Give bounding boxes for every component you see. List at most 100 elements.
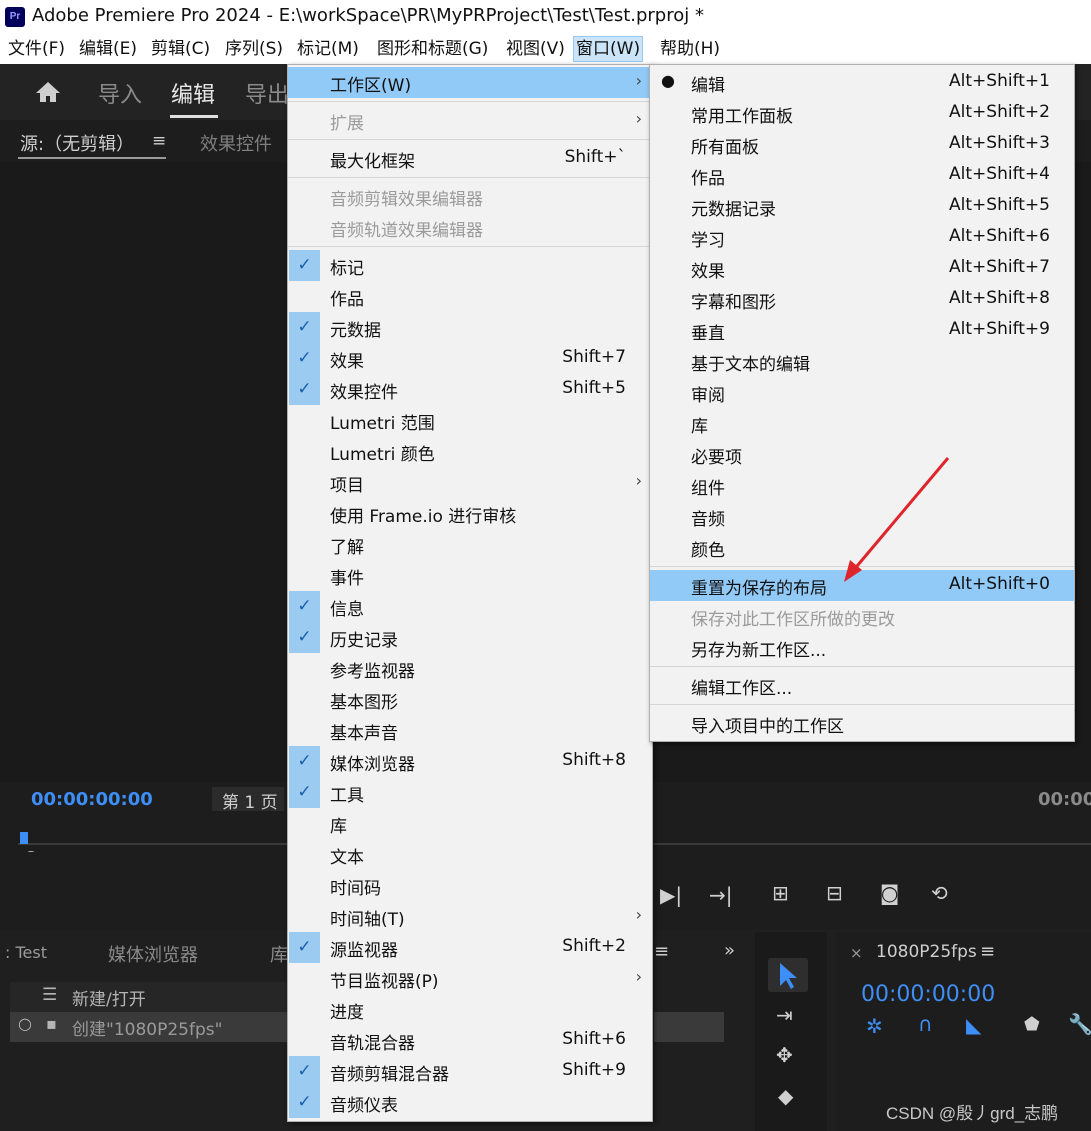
window-menu-item[interactable]: 音轨混合器 Shift+6	[288, 1025, 652, 1056]
workspace-menu-item[interactable]: 字幕和图形 Alt+Shift+8	[650, 284, 1074, 315]
window-menu-item[interactable]: 时间轴(T) ›	[288, 901, 652, 932]
overwrite-icon[interactable]: ⊟	[826, 881, 843, 905]
window-menu-item[interactable]: 基本图形	[288, 684, 652, 715]
track-select-icon[interactable]: ⇥	[776, 1003, 793, 1027]
window-menu-item[interactable]: ✓ 历史记录	[288, 622, 652, 653]
window-menu-item[interactable]: ✓ 音频剪辑混合器 Shift+9	[288, 1056, 652, 1087]
step-forward-icon[interactable]: ▶|	[660, 883, 682, 907]
window-menu-item[interactable]: 使用 Frame.io 进行审核	[288, 498, 652, 529]
ripple-edit-icon[interactable]: ✥	[776, 1043, 793, 1067]
workspace-menu-item[interactable]: 另存为新工作区...	[650, 632, 1074, 663]
workspace-menu-item[interactable]: 审阅	[650, 377, 1074, 408]
header-import-tab[interactable]: 导入	[98, 77, 142, 109]
window-menu-item[interactable]: 作品	[288, 281, 652, 312]
window-menu-item[interactable]: 工作区(W) ›	[288, 67, 652, 98]
panel-menu-icon-2[interactable]: ≡	[654, 941, 669, 962]
workspace-menu-item[interactable]: 学习 Alt+Shift+6	[650, 222, 1074, 253]
close-icon[interactable]: ×	[850, 944, 863, 962]
page-select[interactable]: 第 1 页	[212, 787, 284, 813]
workspace-menu-item[interactable]: 作品 Alt+Shift+4	[650, 160, 1074, 191]
more-panels-icon[interactable]: »	[724, 940, 735, 961]
window-menu-item[interactable]: ✓ 工具	[288, 777, 652, 808]
home-icon[interactable]	[34, 80, 62, 104]
window-menu-item[interactable]: ✓ 效果控件 Shift+5	[288, 374, 652, 405]
menu-help[interactable]: 帮助(H)	[658, 37, 722, 61]
go-to-out-icon[interactable]: →|	[709, 883, 733, 907]
menu-markers[interactable]: 标记(M)	[295, 37, 361, 61]
menu-item-label: 常用工作面板	[691, 107, 793, 127]
camera-icon[interactable]: ◙	[880, 881, 899, 905]
menu-item-label: 媒体浏览器	[330, 755, 415, 775]
window-menu-item[interactable]: ✓ 媒体浏览器 Shift+8	[288, 746, 652, 777]
menu-file[interactable]: 文件(F)	[6, 37, 67, 61]
window-menu-item[interactable]: 基本声音	[288, 715, 652, 746]
window-menu-item[interactable]: ✓ 源监视器 Shift+2	[288, 932, 652, 963]
new-open-row[interactable]: ☰ 新建/打开	[10, 982, 290, 1012]
window-menu-item[interactable]: 最大化框架 Shift+`	[288, 143, 652, 174]
window-menu-item: 音频剪辑效果编辑器	[288, 181, 652, 212]
linked-selection-icon[interactable]: ◣	[966, 1013, 981, 1037]
insert-icon[interactable]: ⊞	[772, 881, 789, 905]
window-menu-item[interactable]: 了解	[288, 529, 652, 560]
source-tab[interactable]: 源:（无剪辑）	[20, 130, 134, 156]
workspace-menu-item[interactable]: 基于文本的编辑	[650, 346, 1074, 377]
workspace-menu-item[interactable]: 导入项目中的工作区	[650, 708, 1074, 739]
window-menu-item[interactable]: ✓ 标记	[288, 250, 652, 281]
menu-sequence[interactable]: 序列(S)	[223, 37, 285, 61]
menu-clip[interactable]: 剪辑(C)	[149, 37, 212, 61]
header-edit-tab[interactable]: 编辑	[171, 77, 215, 109]
menu-window[interactable]: 窗口(W)	[573, 36, 644, 62]
window-menu-item[interactable]: 项目 ›	[288, 467, 652, 498]
project-tab[interactable]: : Test	[5, 943, 47, 962]
window-menu-item[interactable]: ✓ 信息	[288, 591, 652, 622]
window-menu-item[interactable]: ✓ 音频仪表	[288, 1087, 652, 1118]
window-menu-item[interactable]: 参考监视器	[288, 653, 652, 684]
menu-item-label: 时间轴(T)	[330, 910, 405, 930]
workspace-menu-item[interactable]: 常用工作面板 Alt+Shift+2	[650, 98, 1074, 129]
panel-menu-icon-3[interactable]: ≡	[980, 941, 995, 962]
window-menu-item[interactable]: 进度	[288, 994, 652, 1025]
chevron-right-icon: ›	[635, 905, 642, 924]
window-title: Adobe Premiere Pro 2024 - E:\workSpace\P…	[32, 5, 704, 26]
marker-icon[interactable]: ⬟	[1024, 1014, 1040, 1035]
window-menu-item[interactable]: 时间码	[288, 870, 652, 901]
menu-edit[interactable]: 编辑(E)	[77, 37, 139, 61]
panel-menu-icon[interactable]: ≡	[152, 131, 166, 151]
effect-controls-tab[interactable]: 效果控件	[200, 130, 272, 156]
workspace-menu-item[interactable]: 元数据记录 Alt+Shift+5	[650, 191, 1074, 222]
timeline-timecode[interactable]: 00:00:00:00	[861, 982, 995, 1007]
media-browser-tab[interactable]: 媒体浏览器	[108, 941, 198, 967]
workspace-menu-item[interactable]: 库	[650, 408, 1074, 439]
window-menu-item[interactable]: ✓ 元数据	[288, 312, 652, 343]
razor-icon[interactable]: ◆	[778, 1084, 793, 1108]
wrench-icon[interactable]: 🔧	[1068, 1012, 1091, 1036]
workspace-menu-item[interactable]: 垂直 Alt+Shift+9	[650, 315, 1074, 346]
menu-view[interactable]: 视图(V)	[504, 37, 567, 61]
window-menu-item[interactable]: ✓ 效果 Shift+7	[288, 343, 652, 374]
menu-item-label: 工具	[330, 786, 364, 806]
magnet-icon[interactable]: ∩	[918, 1012, 933, 1036]
menu-item-label: 音频剪辑效果编辑器	[330, 190, 483, 210]
header-export-tab[interactable]: 导出	[245, 77, 289, 109]
workspace-menu-item[interactable]: 编辑工作区...	[650, 670, 1074, 701]
source-timecode[interactable]: 00:00:00:00	[31, 789, 153, 810]
menu-item-label: 标记	[330, 259, 364, 279]
workspace-menu-item[interactable]: 效果 Alt+Shift+7	[650, 253, 1074, 284]
timeline-tab[interactable]: 1080P25fps	[876, 942, 977, 962]
button-editor-icon[interactable]: ⟲	[931, 881, 948, 905]
chevron-right-icon: ›	[635, 967, 642, 986]
menu-separator	[650, 704, 1074, 705]
window-menu-item[interactable]: 文本	[288, 839, 652, 870]
window-menu-item[interactable]: Lumetri 颜色	[288, 436, 652, 467]
window-menu-item[interactable]: 节目监视器(P) ›	[288, 963, 652, 994]
libraries-tab[interactable]: 库	[270, 941, 288, 967]
window-menu-item[interactable]: Lumetri 范围	[288, 405, 652, 436]
selection-tool[interactable]	[768, 958, 808, 992]
create-sequence-row[interactable]: ○ ▪ 创建"1080P25fps"	[10, 1012, 290, 1042]
window-menu-item[interactable]: 库	[288, 808, 652, 839]
snap-icon[interactable]: ✲	[866, 1014, 883, 1038]
window-menu-item[interactable]: 事件	[288, 560, 652, 591]
menu-graphics[interactable]: 图形和标题(G)	[375, 37, 490, 61]
workspace-menu-item[interactable]: 所有面板 Alt+Shift+3	[650, 129, 1074, 160]
workspace-menu-item[interactable]: ● 编辑 Alt+Shift+1	[650, 67, 1074, 98]
